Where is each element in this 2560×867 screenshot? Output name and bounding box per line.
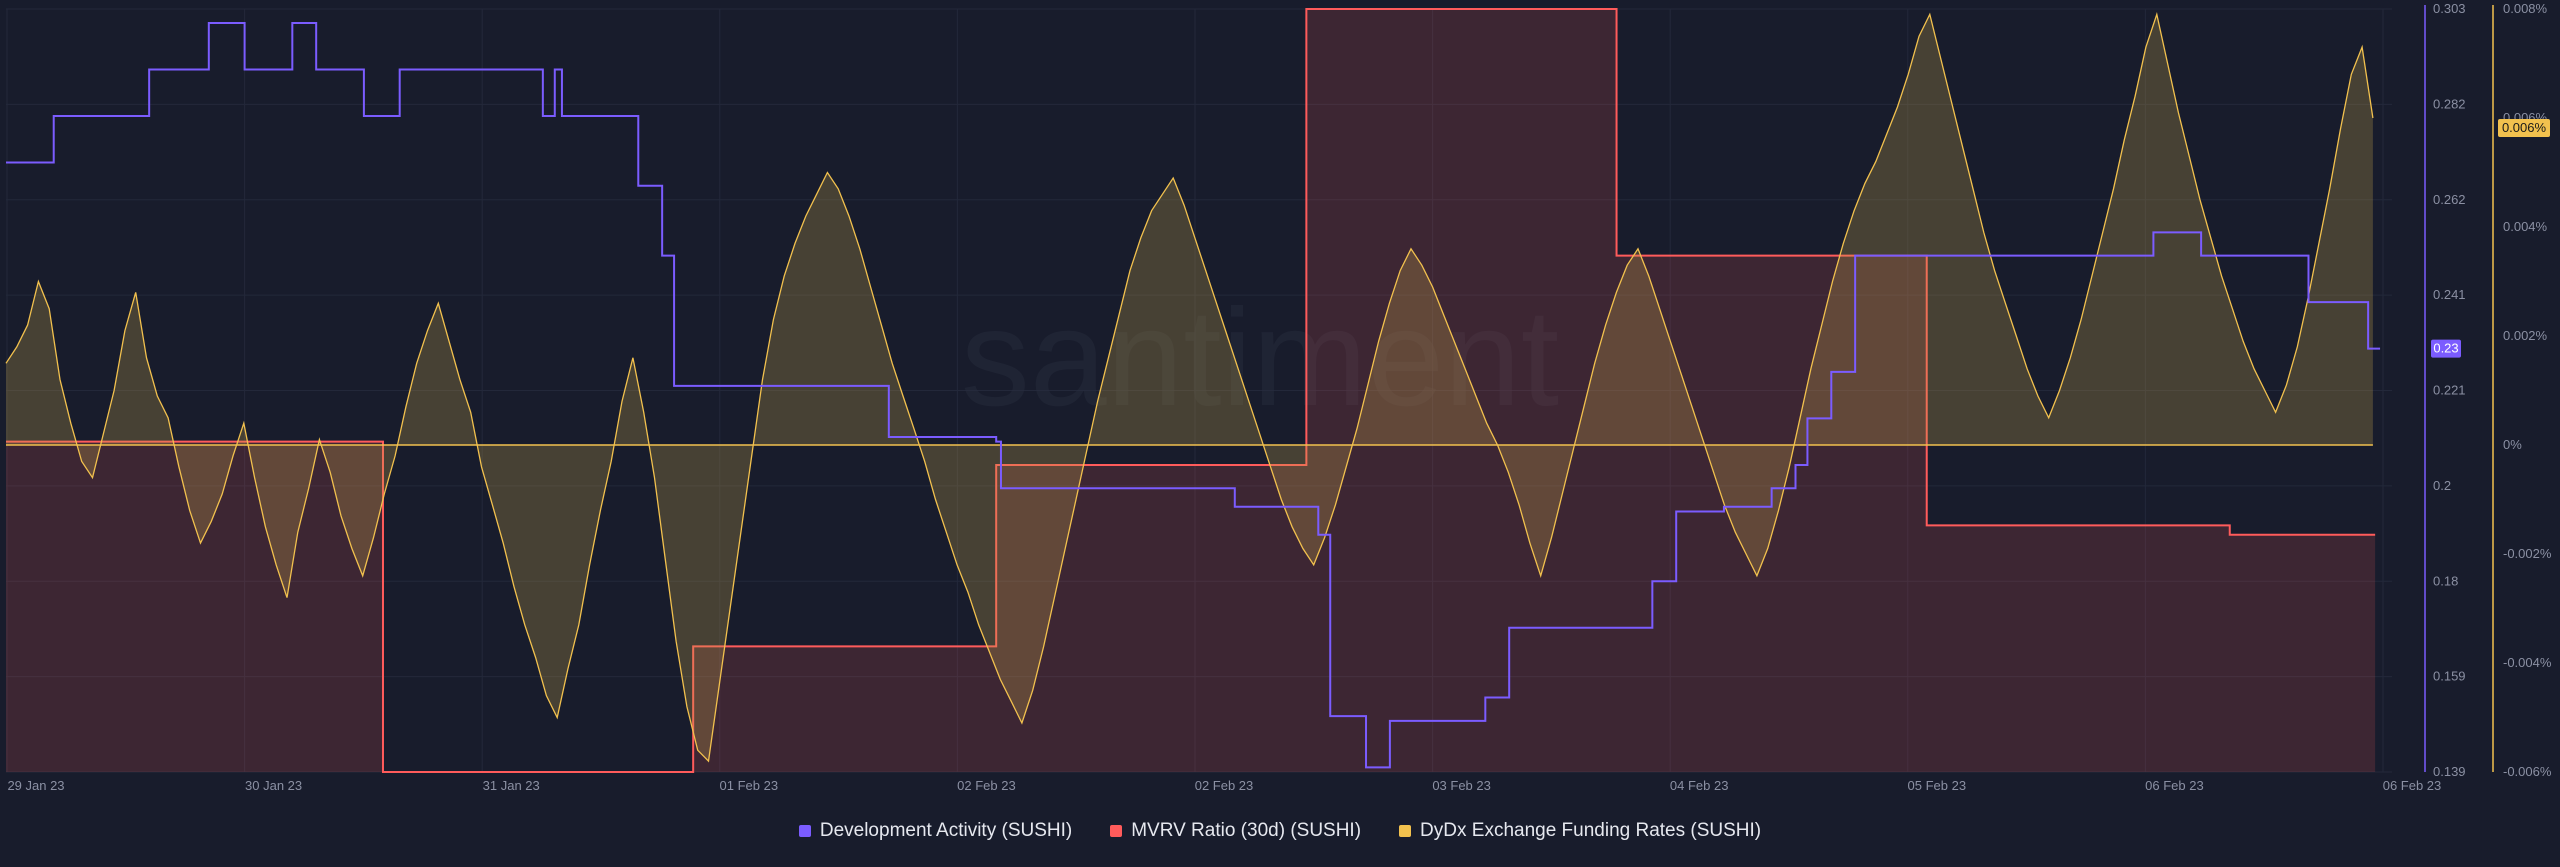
x-axis-tick-label: 04 Feb 23: [1670, 778, 1729, 793]
right-axis-tick-label: 0.008%: [2503, 1, 2548, 16]
development-activity-current-value: 0.23: [2433, 341, 2458, 356]
legend-swatch: [798, 825, 811, 837]
right-axis-tick-label: 0.004%: [2503, 219, 2548, 234]
left-axis-tick-label: 0.139: [2433, 764, 2466, 779]
legend-item-mvrv-ratio[interactable]: MVRV Ratio (30d) (SUSHI): [1110, 820, 1361, 842]
chart: santiment 0.3030.2820.2620.2410.2210.20.…: [0, 0, 2560, 867]
left-axis-tick-label: 0.282: [2433, 96, 2466, 111]
legend-swatch: [1110, 825, 1123, 837]
x-axis-tick-label: 29 Jan 23: [7, 778, 64, 793]
left-axis-tick-label: 0.221: [2433, 383, 2466, 398]
legend-label: Development Activity (SUSHI): [819, 820, 1073, 841]
x-axis-tick-label: 06 Feb 23: [2145, 778, 2204, 793]
right-axis-tick-label: -0.002%: [2503, 546, 2552, 561]
legend: Development Activity (SUSHI) MVRV Ratio …: [0, 820, 2560, 842]
right-axis-tick-label: 0%: [2503, 437, 2522, 452]
dydx-current-value: 0.006%: [2502, 120, 2547, 135]
x-axis-tick-label: 03 Feb 23: [1432, 778, 1491, 793]
x-axis-tick-label: 31 Jan 23: [483, 778, 540, 793]
x-axis-tick-label: 02 Feb 23: [957, 778, 1016, 793]
legend-swatch: [1399, 825, 1412, 837]
x-axis-tick-label: 06 Feb 23: [2383, 778, 2442, 793]
right-axis-tick-label: -0.004%: [2503, 655, 2552, 670]
legend-label: DyDx Exchange Funding Rates (SUSHI): [1420, 820, 1762, 841]
left-axis-tick-label: 0.18: [2433, 573, 2458, 588]
right-axis-tick-label: 0.002%: [2503, 328, 2548, 343]
x-axis-tick-label: 05 Feb 23: [1908, 778, 1967, 793]
x-axis-tick-label: 30 Jan 23: [245, 778, 302, 793]
right-axis-tick-label: -0.006%: [2503, 764, 2552, 779]
left-axis-tick-label: 0.303: [2433, 1, 2466, 16]
left-axis-tick-label: 0.262: [2433, 192, 2466, 207]
left-axis-tick-label: 0.2: [2433, 478, 2451, 493]
legend-label: MVRV Ratio (30d) (SUSHI): [1131, 820, 1362, 841]
x-axis-tick-label: 01 Feb 23: [720, 778, 779, 793]
x-axis-tick-label: 02 Feb 23: [1195, 778, 1254, 793]
legend-item-dydx-funding-rates[interactable]: DyDx Exchange Funding Rates (SUSHI): [1399, 820, 1761, 842]
left-axis-tick-label: 0.159: [2433, 669, 2466, 684]
legend-item-development-activity[interactable]: Development Activity (SUSHI): [798, 820, 1073, 842]
left-axis-tick-label: 0.241: [2433, 287, 2466, 302]
